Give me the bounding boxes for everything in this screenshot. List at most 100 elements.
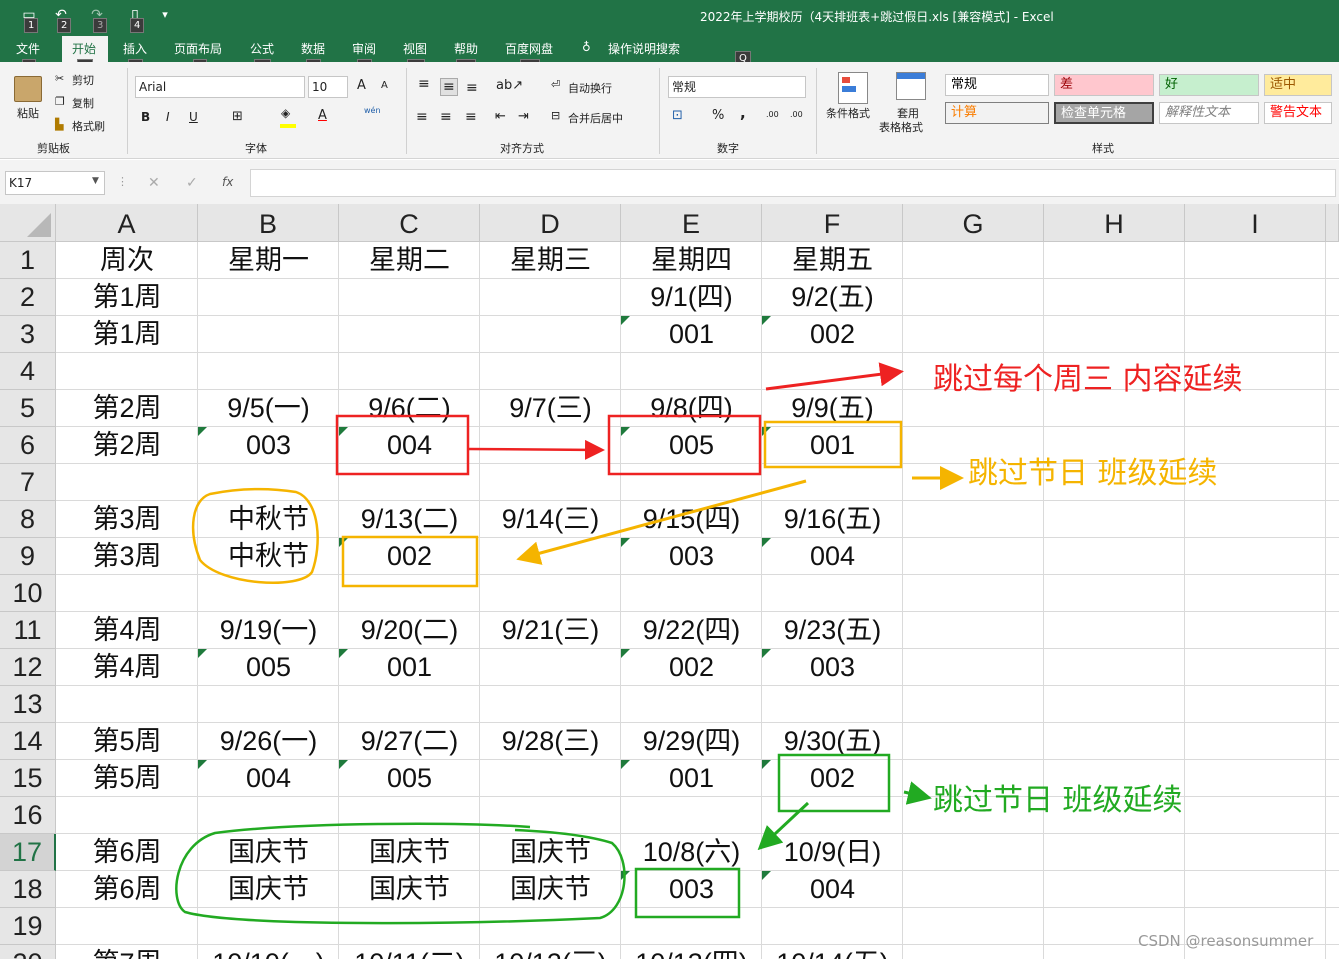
orange-arrow-to-c9 [516,479,807,565]
orientation-icon[interactable]: ab↗ [496,78,523,93]
align-center-icon[interactable]: ≡ [440,109,452,125]
merge-center-icon[interactable]: ⊟ [551,109,560,122]
keytip-qat-3: 3 [93,18,108,33]
tab-formulas[interactable]: 公式 [250,40,274,57]
tell-me-lightbulb-icon: ♁ [582,40,591,54]
orange-highlight-box-c9 [341,535,479,588]
comma-style-button[interactable]: , [740,104,746,122]
cell-style-1[interactable]: 常规 [945,74,1049,96]
tab-view[interactable]: 视图 [403,40,427,57]
font-name-combo[interactable]: Arial [135,76,305,98]
shrink-font-button[interactable]: A [381,80,388,91]
merge-center-button[interactable]: 合并后居中 [568,110,623,126]
cell-style-4[interactable]: 适中 [1264,74,1332,96]
align-right-icon[interactable]: ≡ [465,109,477,125]
format-painter-button[interactable]: 格式刷 [72,118,105,134]
keytip-qat-2: 2 [57,18,72,33]
name-box[interactable]: K17 [5,171,105,195]
tab-file[interactable]: 文件 [16,40,40,57]
annotation-skip-holiday-green: 跳过节日 班级延续 [933,783,1183,818]
italic-button[interactable]: I [166,110,170,124]
annotation-skip-wednesday: 跳过每个周三 内容延续 [933,362,1243,397]
cut-icon[interactable]: ✂ [55,72,64,85]
phonetic-icon[interactable]: wén [364,106,381,115]
insert-function-icon[interactable]: fx [222,175,233,189]
window-title: 2022年上学期校历（4天排班表+跳过假日.xls [兼容模式] - Excel [700,10,1054,24]
orange-highlight-box-f6 [763,420,903,469]
format-as-table-icon[interactable] [896,72,926,100]
worksheet-grid: ABCDEFGHI1234567891011121314151617181920… [0,204,1339,959]
decrease-decimal-button[interactable]: .00 [790,110,803,119]
borders-icon[interactable]: ⊞ [232,109,243,124]
formula-bar-more-icon: ⋮ [117,175,128,188]
conditional-format-icon[interactable] [838,72,868,104]
cell-style-3[interactable]: 好 [1159,74,1259,96]
cell-style-8[interactable]: 警告文本 [1264,102,1332,124]
fill-color-icon[interactable] [280,124,296,128]
copy-icon[interactable]: ❐ [55,95,65,108]
ribbon-separator [659,68,660,154]
tell-me-search[interactable]: 操作说明搜索 [608,40,680,57]
group-label-styles: 样式 [1092,142,1114,155]
keytip-qat-4: 4 [130,18,145,33]
align-top-icon[interactable]: ≡ [418,76,430,92]
format-as-table-label[interactable]: 表格格式 [879,119,923,135]
green-arrow-to-note [903,781,932,805]
grow-font-button[interactable]: A [357,78,366,93]
group-label-alignment: 对齐方式 [500,142,544,155]
conditional-format-button[interactable]: 条件格式 [826,105,870,121]
accounting-format-icon[interactable]: ⊡ [672,108,683,123]
fill-bucket-icon[interactable]: ◈ [281,106,290,120]
cell-style-2[interactable]: 差 [1054,74,1154,96]
cancel-entry-icon[interactable]: ✕ [148,175,160,191]
formula-input[interactable] [250,169,1336,197]
wrap-text-button[interactable]: 自动换行 [568,80,612,96]
increase-indent-icon[interactable]: ⇥ [518,109,529,124]
name-box-dropdown-icon[interactable]: ▼ [92,176,99,186]
red-highlight-box-c6 [335,414,470,476]
tab-data[interactable]: 数据 [301,40,325,57]
customize-qat-icon[interactable]: ▾ [156,6,174,24]
font-color-icon[interactable]: A [318,108,327,123]
tab-page-layout[interactable]: 页面布局 [174,40,222,57]
annotation-skip-holiday-orange: 跳过节日 班级延续 [968,456,1218,491]
group-label-number: 数字 [717,142,739,155]
ribbon-separator [406,68,407,154]
align-middle-icon[interactable]: ≡ [440,78,458,96]
increase-decimal-button[interactable]: .00 [766,110,779,119]
tab-review[interactable]: 审阅 [352,40,376,57]
tab-baidu-netdisk[interactable]: 百度网盘 [505,40,553,57]
orange-circle-mid-autumn [191,487,319,584]
bold-button[interactable]: B [141,110,150,124]
cell-style-6[interactable]: 检查单元格 [1054,102,1154,124]
title-bar [0,0,1339,34]
green-highlight-box-f15 [777,753,891,813]
tab-help[interactable]: 帮助 [454,40,478,57]
tab-home[interactable]: 开始 [72,40,96,57]
decrease-indent-icon[interactable]: ⇤ [495,109,506,124]
font-size-combo[interactable]: 10 [308,76,348,98]
cell-style-5[interactable]: 计算 [945,102,1049,124]
cell-style-7[interactable]: 解释性文本 [1159,102,1259,124]
watermark: CSDN @reasonsummer [1138,932,1314,950]
percent-style-button[interactable]: % [712,108,724,123]
green-circle-national-day [175,822,626,925]
keytip-qat-1: 1 [24,18,39,33]
enter-entry-icon[interactable]: ✓ [186,175,198,191]
align-bottom-icon[interactable]: ≡ [466,80,478,96]
red-highlight-box-e6 [607,414,762,476]
ribbon-separator [127,68,128,154]
ribbon-separator [816,68,817,154]
red-arrow-to-note [765,362,904,391]
paste-button[interactable]: 粘贴 [17,105,39,121]
tab-insert[interactable]: 插入 [123,40,147,57]
align-left-icon[interactable]: ≡ [416,109,428,125]
cut-button[interactable]: 剪切 [72,72,94,88]
underline-button[interactable]: U [189,110,198,124]
format-painter-icon[interactable]: ▙ [55,118,63,131]
green-highlight-box-e18 [634,867,741,919]
wrap-text-icon[interactable]: ⏎ [551,78,560,91]
copy-button[interactable]: 复制 [72,95,94,111]
number-format-combo[interactable]: 常规 [668,76,806,98]
paste-icon[interactable] [14,76,42,102]
